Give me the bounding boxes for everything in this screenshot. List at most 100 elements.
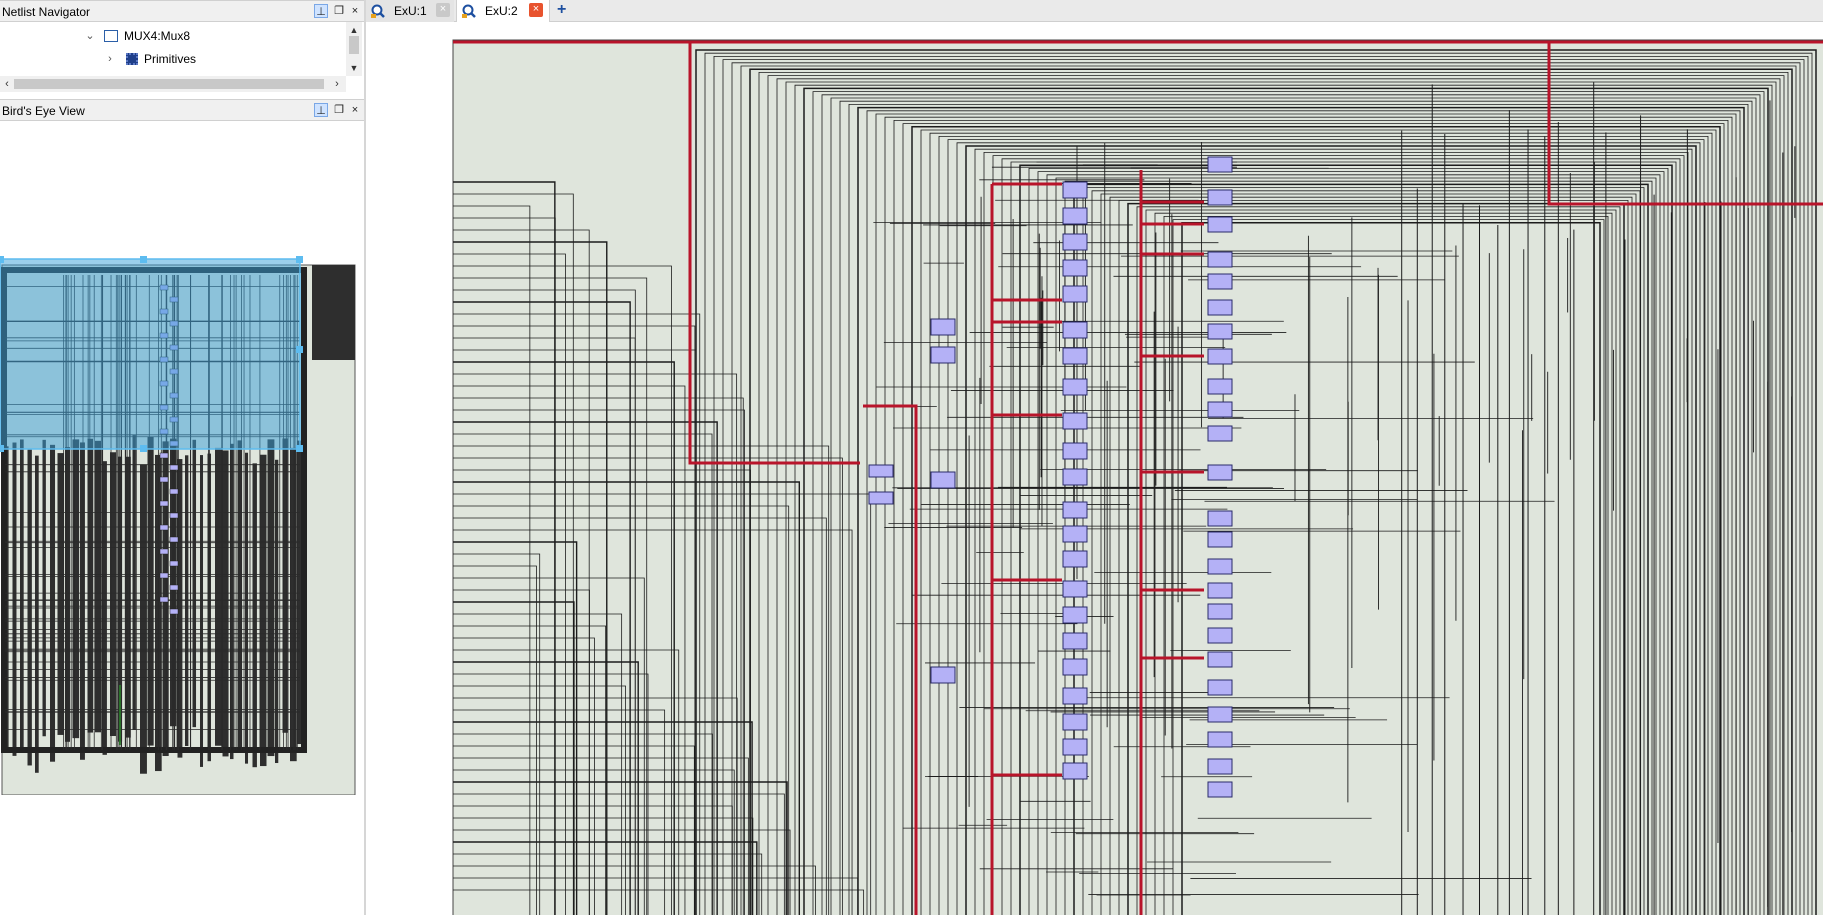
logic-cell [1207, 464, 1233, 481]
logic-cell [1207, 299, 1233, 316]
logic-cell [930, 666, 956, 684]
overview-cell [159, 524, 169, 531]
logic-cell [1207, 758, 1233, 775]
scroll-left-icon[interactable]: ‹ [0, 76, 14, 92]
overview-block [50, 444, 56, 762]
birds-eye-header: Bird's Eye View ⊥ ❐ × [0, 99, 364, 121]
logic-cell [1207, 510, 1233, 527]
netlist-navigator-header: Netlist Navigator ⊥ ❐ × [0, 0, 364, 22]
overview-cell [169, 584, 179, 591]
logic-cell [1062, 442, 1088, 460]
logic-cell [1062, 181, 1088, 199]
resize-handle[interactable] [296, 445, 303, 452]
overview-cell [159, 452, 169, 459]
overview-block [222, 450, 229, 757]
resize-handle[interactable] [0, 445, 4, 452]
logic-cell [1207, 706, 1233, 723]
left-dock-panel: Netlist Navigator ⊥ ❐ × ⌄ MUX4:Mux8 › Pr… [0, 0, 366, 915]
resize-handle[interactable] [140, 445, 147, 452]
overview-block [72, 439, 80, 739]
logic-cell [1062, 285, 1088, 303]
overview-block [57, 453, 64, 735]
logic-cell [1062, 762, 1088, 780]
birds-eye-overview[interactable] [0, 255, 357, 795]
logic-cell [868, 491, 894, 505]
logic-cell [1207, 781, 1233, 798]
logic-cell [1207, 582, 1233, 599]
logic-cell [1062, 207, 1088, 225]
logic-cell [1062, 580, 1088, 598]
schematic-canvas[interactable] [366, 22, 1823, 915]
close-icon[interactable]: × [348, 4, 362, 18]
logic-cell [1207, 401, 1233, 418]
scroll-thumb[interactable] [14, 79, 324, 89]
logic-cell [1062, 738, 1088, 756]
logic-cell [1207, 216, 1233, 233]
overview-cell [159, 596, 169, 603]
overview-cell [159, 572, 169, 579]
overview-block [95, 440, 102, 733]
logic-cell [1062, 501, 1088, 519]
float-window-icon[interactable]: ❐ [332, 4, 346, 18]
netlist-horizontal-scrollbar[interactable]: ‹ › [0, 76, 346, 92]
chevron-down-icon[interactable]: ⌄ [84, 26, 96, 46]
pin-icon[interactable]: ⊥ [314, 103, 328, 117]
pin-icon[interactable]: ⊥ [314, 4, 328, 18]
close-tab-icon[interactable]: × [436, 3, 450, 17]
overview-block [192, 439, 197, 728]
logic-cell [1207, 273, 1233, 290]
netlist-vertical-scrollbar[interactable]: ▲ ▼ [346, 22, 362, 76]
scroll-up-icon[interactable]: ▲ [346, 24, 362, 36]
new-tab-button[interactable]: + [552, 0, 574, 22]
logic-cell [1062, 468, 1088, 486]
logic-cell [1207, 189, 1233, 206]
netlist-viewer-icon [371, 4, 385, 18]
module-icon [104, 30, 118, 42]
overview-block [42, 439, 46, 737]
overview-cell [159, 548, 169, 555]
overview-block [275, 459, 279, 764]
tab-label: ExU:2 [485, 4, 518, 18]
overview-cell [159, 500, 169, 507]
logic-cell [1207, 251, 1233, 268]
logic-cell [1062, 412, 1088, 430]
overview-block [132, 435, 136, 730]
tab-label: ExU:1 [394, 4, 427, 18]
tree-item-label: MUX4:Mux8 [124, 29, 191, 43]
tab-exu-2[interactable]: ExU:2 × [456, 0, 550, 22]
overview-block [290, 447, 297, 762]
resize-handle[interactable] [296, 256, 303, 263]
logic-cell [1207, 627, 1233, 644]
close-tab-icon[interactable]: × [529, 3, 543, 17]
logic-cell [930, 318, 956, 336]
logic-cell [1207, 603, 1233, 620]
logic-cell [1207, 731, 1233, 748]
tab-exu-1[interactable]: ExU:1 × [366, 0, 454, 22]
resize-handle[interactable] [296, 346, 303, 353]
logic-cell [1062, 321, 1088, 339]
logic-cell [1207, 425, 1233, 442]
overview-block [267, 439, 275, 757]
viewport-selection-rectangle[interactable] [0, 258, 301, 450]
logic-cell [1062, 658, 1088, 676]
logic-cell [930, 471, 956, 489]
schematic-viewer[interactable] [366, 22, 1823, 915]
scroll-down-icon[interactable]: ▼ [346, 62, 362, 74]
logic-cell [1062, 606, 1088, 624]
overview-block [260, 454, 267, 767]
close-icon[interactable]: × [348, 103, 362, 117]
resize-handle[interactable] [140, 256, 147, 263]
overview-cell [169, 488, 179, 495]
resize-handle[interactable] [0, 256, 4, 263]
overview-block [147, 436, 154, 746]
overview-cell [169, 560, 179, 567]
chevron-right-icon[interactable]: › [104, 49, 116, 69]
logic-cell [1062, 259, 1088, 277]
scroll-thumb[interactable] [349, 36, 359, 54]
overview-block [200, 455, 204, 767]
logic-cell [1207, 156, 1233, 173]
logic-cell [930, 346, 956, 364]
float-window-icon[interactable]: ❐ [332, 103, 346, 117]
logic-cell [1207, 378, 1233, 395]
scroll-right-icon[interactable]: › [330, 76, 344, 92]
